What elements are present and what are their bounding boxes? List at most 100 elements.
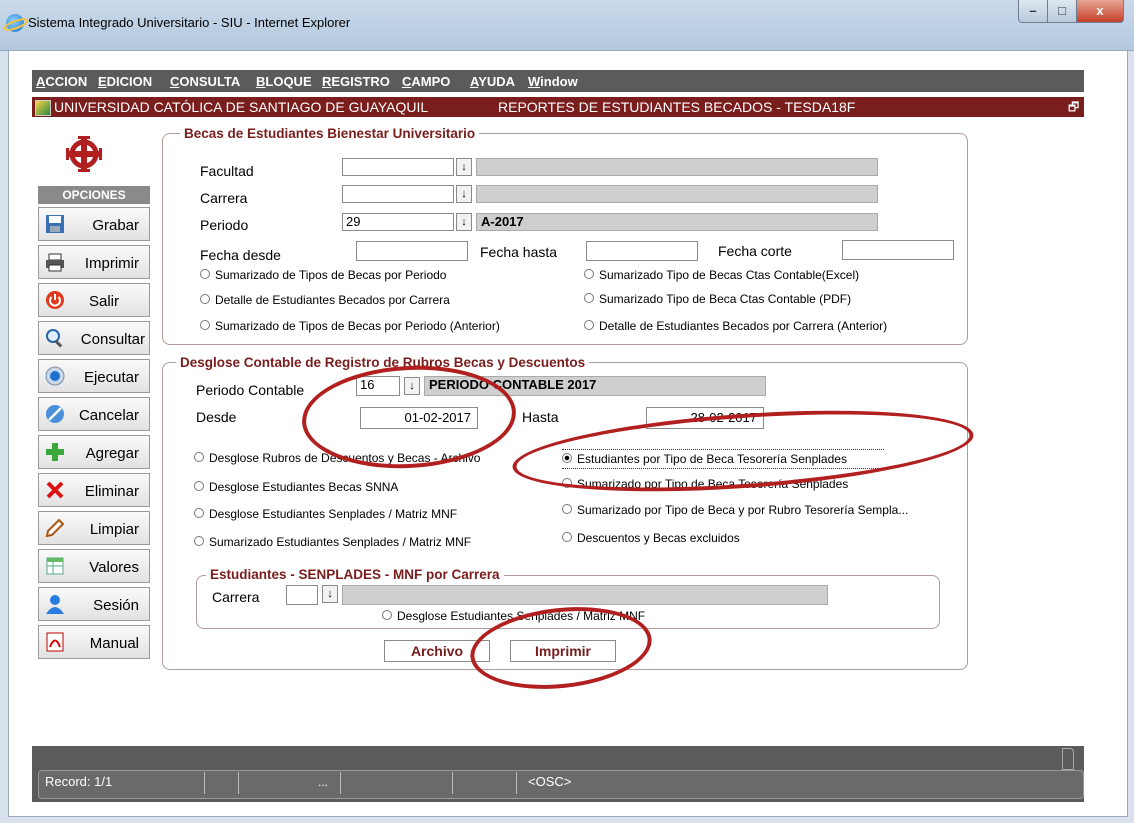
radio-dot-selected (562, 453, 572, 463)
periodo-contable-dropdown-button[interactable]: ↓ (404, 377, 420, 395)
delete-button[interactable]: Eliminar (38, 473, 150, 507)
radio-sumarizado-ctas-contable-pdf[interactable]: Sumarizado Tipo de Beca Ctas Contable (P… (584, 292, 851, 306)
close-button[interactable]: x (1076, 0, 1124, 23)
radio-dot (194, 452, 204, 462)
arrow-down-icon: ↓ (461, 216, 467, 228)
radio-desglose-rubros-archivo[interactable]: Desglose Rubros de Descuentos y Becas - … (194, 451, 480, 465)
cancel-button[interactable]: Cancelar (38, 397, 150, 431)
session-button[interactable]: Sesión (38, 587, 150, 621)
add-label: Agregar (85, 445, 139, 462)
add-button[interactable]: Agregar (38, 435, 150, 469)
radio-label: Detalle de Estudiantes Becados por Carre… (215, 293, 450, 307)
hasta-input[interactable]: 28-02-2017 (646, 407, 764, 429)
radio-label: Sumarizado Estudiantes Senplades / Matri… (209, 535, 472, 549)
menu-bar: ACCION EDICION CONSULTA BLOQUE REGISTRO … (32, 70, 1084, 92)
archivo-button[interactable]: Archivo (384, 640, 490, 662)
radio-detalle-becados-carrera[interactable]: Detalle de Estudiantes Becados por Carre… (200, 293, 450, 307)
radio-desglose-senplades-matriz-mnf[interactable]: Desglose Estudiantes Senplades / Matriz … (194, 507, 457, 521)
menu-edicion[interactable]: EDICION (98, 74, 152, 89)
becas-legend: Becas de Estudiantes Bienestar Universit… (180, 126, 480, 141)
exit-label: Salir (88, 293, 119, 310)
imprimir-report-button[interactable]: Imprimir (510, 640, 616, 662)
arrow-down-icon: ↓ (409, 380, 415, 392)
x-icon (46, 481, 64, 499)
internet-explorer-icon (6, 14, 24, 32)
eraser-icon (45, 518, 65, 538)
clear-button[interactable]: Limpiar (38, 511, 150, 545)
periodo-contable-input[interactable]: 16 (356, 376, 400, 396)
values-button[interactable]: Valores (38, 549, 150, 583)
carrera-description (476, 185, 878, 203)
radio-desglose-becas-snna[interactable]: Desglose Estudiantes Becas SNNA (194, 480, 398, 494)
status-divider (516, 772, 517, 794)
manual-button[interactable]: Manual (38, 625, 150, 659)
status-ellipsis: ... (318, 775, 329, 789)
arrow-down-icon: ↓ (461, 188, 467, 200)
menu-consulta[interactable]: CONSULTA (170, 74, 240, 89)
radio-label: Descuentos y Becas excluidos (577, 531, 740, 545)
carrera-input[interactable] (342, 185, 454, 203)
close-icon: x (1096, 3, 1104, 18)
radio-sumarizado-tipos-becas-periodo[interactable]: Sumarizado de Tipos de Becas por Periodo (200, 268, 446, 282)
radio-label: Desglose Estudiantes Senplades / Matriz … (209, 507, 458, 521)
menu-campo[interactable]: CAMPO (402, 74, 450, 89)
radio-label: Sumarizado por Tipo de Beca y por Rubro … (577, 503, 909, 517)
options-title: OPCIONES (38, 186, 150, 204)
print-label: Imprimir (84, 255, 139, 272)
radio-label: Sumarizado de Tipos de Becas por Periodo… (215, 319, 500, 333)
sub-carrera-dropdown-button[interactable]: ↓ (322, 585, 338, 603)
radio-detalle-becados-anterior[interactable]: Detalle de Estudiantes Becados por Carre… (584, 319, 887, 333)
radio-estudiantes-tipo-beca-tesoreria-senplades[interactable]: Estudiantes por Tipo de Beca Tesorería S… (562, 449, 884, 469)
facultad-dropdown-button[interactable]: ↓ (456, 158, 472, 176)
radio-sumarizado-tipo-beca-rubro[interactable]: Sumarizado por Tipo de Beca y por Rubro … (562, 503, 908, 517)
radio-dot (382, 610, 392, 620)
radio-label: Desglose Estudiantes Becas SNNA (209, 480, 399, 494)
periodo-description: A-2017 (476, 213, 878, 231)
menu-registro[interactable]: REGISTRO (322, 74, 390, 89)
desde-input[interactable]: 01-02-2017 (360, 407, 478, 429)
user-icon (46, 595, 64, 614)
maximize-icon: □ (1058, 3, 1066, 18)
status-divider (238, 772, 239, 794)
radio-dot (194, 508, 204, 518)
periodo-dropdown-button[interactable]: ↓ (456, 213, 472, 231)
fecha-desde-input[interactable] (356, 241, 468, 261)
status-divider (340, 772, 341, 794)
restore-icon[interactable]: 🗗 (1068, 98, 1079, 119)
print-button[interactable]: Imprimir (38, 245, 150, 279)
radio-sumarizado-tipo-beca-tesoreria-senplades[interactable]: Sumarizado por Tipo de Beca Tesorería Se… (562, 477, 848, 491)
cancel-icon (46, 405, 64, 423)
radio-descuentos-becas-excluidos[interactable]: Descuentos y Becas excluidos (562, 531, 740, 545)
radio-sumarizado-ctas-contable-excel[interactable]: Sumarizado Tipo de Becas Ctas Contable(E… (584, 268, 859, 282)
fecha-corte-input[interactable] (842, 240, 954, 260)
arrow-down-icon: ↓ (327, 588, 333, 600)
university-name: UNIVERSIDAD CATÓLICA DE SANTIAGO DE GUAY… (54, 99, 429, 115)
menu-ayuda[interactable]: AYUDA (470, 74, 515, 89)
radio-label: Desglose Rubros de Descuentos y Becas - … (209, 451, 481, 465)
sub-carrera-label: Carrera (212, 589, 260, 605)
query-button[interactable]: Consultar (38, 321, 150, 355)
periodo-input[interactable]: 29 (342, 213, 454, 231)
radio-sumarizado-senplades-matriz-mnf[interactable]: Sumarizado Estudiantes Senplades / Matri… (194, 535, 471, 549)
execute-button[interactable]: Ejecutar (38, 359, 150, 393)
radio-dot (194, 481, 204, 491)
menu-bloque[interactable]: BLOQUE (256, 74, 312, 89)
exit-button[interactable]: Salir (38, 283, 150, 317)
radio-label: Detalle de Estudiantes Becados por Carre… (599, 319, 888, 333)
facultad-input[interactable] (342, 158, 454, 176)
fecha-hasta-input[interactable] (586, 241, 698, 261)
maximize-button[interactable]: □ (1047, 0, 1077, 23)
menu-accion[interactable]: ACCION (36, 74, 87, 89)
desglose-legend: Desglose Contable de Registro de Rubros … (176, 355, 590, 370)
clear-label: Limpiar (89, 521, 139, 538)
pdf-icon (46, 632, 64, 652)
form-header: UNIVERSIDAD CATÓLICA DE SANTIAGO DE GUAY… (32, 97, 1084, 117)
sub-carrera-input[interactable] (286, 585, 318, 605)
save-button[interactable]: Grabar (38, 207, 150, 241)
radio-sub-desglose-senplades-matriz-mnf[interactable]: Desglose Estudiantes Senplades / Matriz … (382, 609, 645, 623)
radio-sumarizado-tipos-becas-anterior[interactable]: Sumarizado de Tipos de Becas por Periodo… (200, 319, 500, 333)
carrera-dropdown-button[interactable]: ↓ (456, 185, 472, 203)
execute-label: Ejecutar (83, 369, 139, 386)
minimize-button[interactable]: – (1018, 0, 1048, 23)
menu-window[interactable]: Window (528, 74, 578, 89)
